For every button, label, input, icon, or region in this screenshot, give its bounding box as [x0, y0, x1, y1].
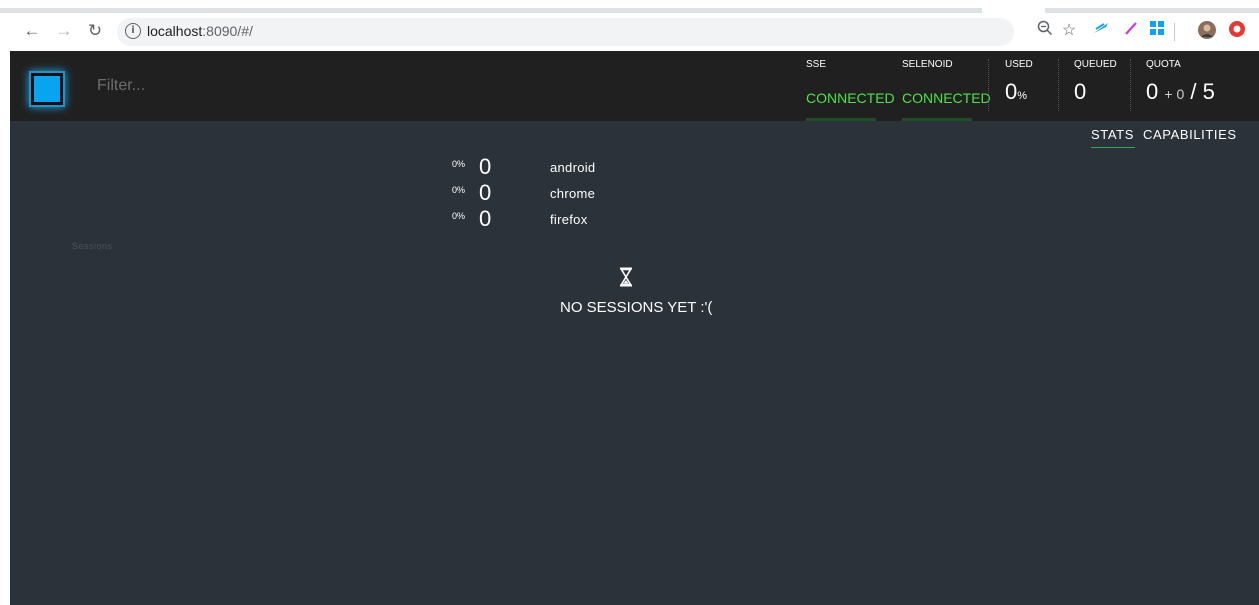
stat-divider — [988, 59, 990, 111]
used-number: 0 — [1005, 79, 1018, 104]
quota-label: QUOTA — [1146, 59, 1181, 70]
url-text[interactable]: localhost:8090/#/ — [147, 23, 253, 39]
profile-avatar-icon[interactable] — [1196, 20, 1218, 42]
browser-session-count: 0 — [479, 154, 492, 179]
extension-windows-icon[interactable] — [1146, 20, 1168, 42]
active-tab-indicator — [1091, 147, 1135, 148]
site-info-icon[interactable]: i — [125, 23, 141, 39]
sessions-label: Sessions — [72, 241, 113, 251]
url-host: localhost — [147, 23, 203, 39]
browser-usage-percent: 0% — [452, 185, 466, 195]
back-icon[interactable]: ← — [20, 19, 44, 43]
address-bar[interactable]: i localhost:8090/#/ — [117, 18, 1014, 46]
browser-tab-strip — [0, 0, 1259, 14]
extension-red-icon[interactable] — [1226, 20, 1248, 42]
selenoid-value: CONNECTED — [902, 90, 991, 106]
zoom-icon[interactable] — [1034, 20, 1056, 42]
toolbar-separator — [1174, 23, 1175, 41]
quota-total: / 5 — [1190, 79, 1215, 104]
selenoid-label: SELENOID — [902, 59, 953, 70]
browser-usage-percent: 0% — [452, 159, 466, 169]
browser-session-count: 0 — [479, 206, 492, 231]
url-path: :8090/#/ — [202, 23, 253, 39]
extension-pen-icon[interactable] — [1120, 20, 1142, 42]
selenoid-logo[interactable] — [31, 73, 63, 105]
used-unit: % — [1017, 90, 1028, 102]
selenoid-status-bar — [902, 118, 972, 121]
sse-label: SSE — [806, 59, 827, 70]
selenoid-ui-app: Filter... SSE CONNECTED SELENOID CONNECT… — [10, 51, 1259, 605]
browser-name: firefox — [550, 212, 588, 227]
stat-divider — [1130, 59, 1132, 111]
tab-stats[interactable]: STATS — [1091, 127, 1134, 142]
sse-status-bar — [806, 118, 876, 121]
quota-used: 0 — [1146, 79, 1159, 104]
empty-sessions-message: NO SESSIONS YET :'( — [560, 299, 713, 316]
bookmark-star-icon[interactable]: ☆ — [1058, 20, 1080, 42]
browser-name: android — [550, 160, 596, 175]
browser-toolbar: ← → ↻ i localhost:8090/#/ ☆ — [0, 14, 1259, 50]
extension-feather-icon[interactable] — [1090, 20, 1112, 42]
browser-name: chrome — [550, 186, 596, 201]
queued-label: QUEUED — [1074, 59, 1117, 70]
browser-session-count: 0 — [479, 180, 492, 205]
tab-strip-line — [0, 8, 982, 13]
sse-value: CONNECTED — [806, 90, 895, 106]
forward-icon[interactable]: → — [52, 19, 76, 43]
queued-value: 0 — [1074, 79, 1087, 104]
quota-value: 0 + 0 / 5 — [1146, 79, 1215, 105]
browser-usage-percent: 0% — [452, 211, 466, 221]
hourglass-icon — [620, 267, 632, 287]
used-value: 0% — [1005, 79, 1027, 105]
filter-input[interactable]: Filter... — [97, 77, 145, 95]
app-header: Filter... SSE CONNECTED SELENOID CONNECT… — [10, 51, 1259, 121]
tab-capabilities[interactable]: CAPABILITIES — [1143, 127, 1237, 142]
stat-divider — [1058, 59, 1060, 111]
reload-icon[interactable]: ↻ — [83, 19, 107, 43]
quota-queued: + 0 — [1164, 86, 1185, 102]
used-label: USED — [1005, 59, 1033, 70]
tab-strip-line-right — [1045, 8, 1259, 13]
